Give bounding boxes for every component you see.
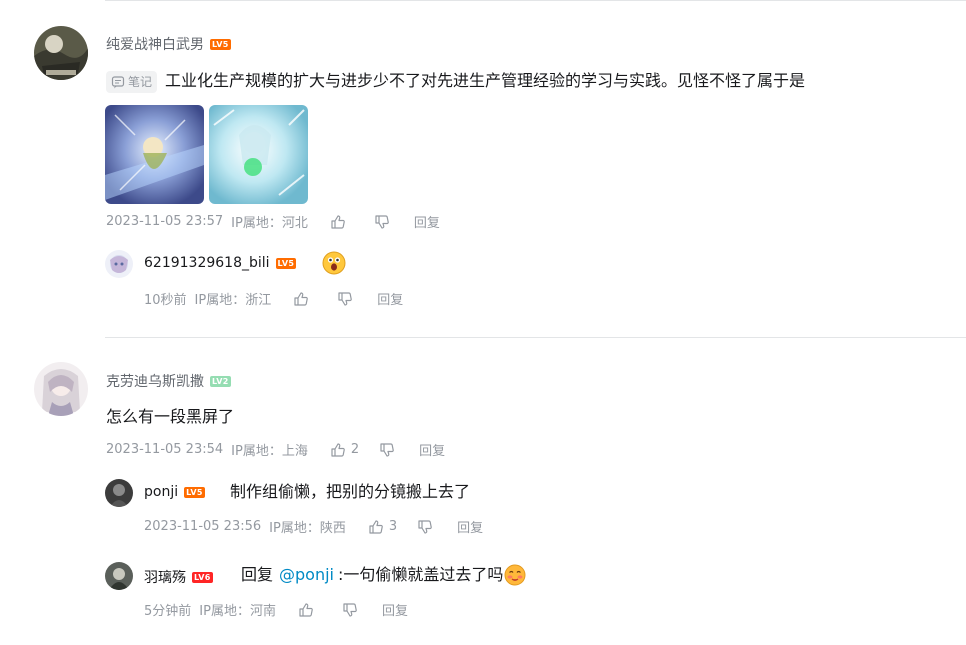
dislike-button[interactable] xyxy=(379,442,395,458)
ip-location: IP属地：陕西 xyxy=(269,521,346,536)
comment-time: 2023-11-05 23:54 xyxy=(106,442,224,457)
dislike-button[interactable] xyxy=(342,602,358,618)
comment-text: 工业化生产规模的扩大与进步少不了对先进生产管理经验的学习与实践。见怪不怪了属于是 xyxy=(165,71,806,90)
comment-username[interactable]: 纯爱战神白武男 LV5 xyxy=(106,34,231,54)
like-button[interactable] xyxy=(298,602,314,618)
reply-username[interactable]: 62191329618_bili LV5 xyxy=(144,255,297,271)
level-badge: LV2 xyxy=(210,375,231,387)
reply-button[interactable]: 回复 xyxy=(414,212,440,231)
level-badge: LV5 xyxy=(210,38,231,50)
reply-text: 回复 @ponji :一句偷懒就盖过去了吗 xyxy=(241,564,526,586)
like-count: 2 xyxy=(350,442,360,457)
username-text[interactable]: 62191329618_bili xyxy=(144,255,270,271)
avatar[interactable] xyxy=(105,250,133,278)
dislike-button[interactable] xyxy=(374,214,390,230)
username-text[interactable]: 克劳迪乌斯凯撒 xyxy=(106,371,204,391)
thumbs-up-icon xyxy=(299,602,313,617)
reply-button[interactable]: 回复 xyxy=(457,517,483,536)
like-button[interactable]: 2 xyxy=(330,442,359,458)
reply-meta: 10秒前 IP属地：浙江 回复 xyxy=(144,289,403,308)
like-count: 3 xyxy=(388,519,398,534)
avatar[interactable] xyxy=(105,479,133,507)
dislike-button[interactable] xyxy=(417,519,433,535)
comment-meta: 2023-11-05 23:54 IP属地：上海 2 回复 xyxy=(106,440,445,459)
comment-text: 怎么有一段黑屏了 xyxy=(106,407,235,426)
reply-time: 2023-11-05 23:56 xyxy=(144,519,262,534)
reply-prefix: 回复 xyxy=(241,565,274,584)
reply-button[interactable]: 回复 xyxy=(419,440,445,459)
reply-meta: 2023-11-05 23:56 IP属地：陕西 3 回复 xyxy=(144,517,483,536)
comment-time: 2023-11-05 23:57 xyxy=(106,214,224,229)
reply-time: 10秒前 xyxy=(144,293,187,308)
note-tag[interactable]: 笔记 xyxy=(106,70,158,93)
thumbs-up-icon xyxy=(369,519,383,534)
comment-content: 笔记 工业化生产规模的扩大与进步少不了对先进生产管理经验的学习与实践。见怪不怪了… xyxy=(106,70,805,93)
note-icon xyxy=(111,75,125,88)
thumbs-down-icon xyxy=(338,291,353,306)
reply-username[interactable]: ponji LV5 xyxy=(144,484,205,500)
avatar[interactable] xyxy=(105,562,133,590)
thumbs-up-icon xyxy=(294,291,309,306)
level-badge: LV5 xyxy=(184,486,205,498)
thumbs-up-icon xyxy=(331,214,345,229)
ip-location: IP属地：河北 xyxy=(231,216,308,231)
ip-location: IP属地：浙江 xyxy=(194,293,272,308)
reply-body: :一句偷懒就盖过去了吗 xyxy=(338,565,504,584)
like-button[interactable] xyxy=(293,291,309,307)
avatar[interactable] xyxy=(34,26,88,80)
thumbs-down-icon xyxy=(380,442,394,457)
comment-meta: 2023-11-05 23:57 IP属地：河北 回复 xyxy=(106,212,440,231)
mention-link[interactable]: @ponji xyxy=(279,564,334,586)
reply-time: 5分钟前 xyxy=(144,604,192,619)
comment-username[interactable]: 克劳迪乌斯凯撒 LV2 xyxy=(106,371,231,391)
thumbs-down-icon xyxy=(375,214,389,229)
like-button[interactable] xyxy=(330,214,346,230)
ip-location: IP属地：河南 xyxy=(199,604,276,619)
thumbs-down-icon xyxy=(343,602,357,617)
avatar[interactable] xyxy=(34,362,88,416)
ip-location: IP属地：上海 xyxy=(231,444,308,459)
level-badge: LV5 xyxy=(275,257,297,269)
reply-meta: 5分钟前 IP属地：河南 回复 xyxy=(144,600,408,619)
dislike-button[interactable] xyxy=(337,291,353,307)
comment-image-1[interactable] xyxy=(105,105,204,204)
comment-divider xyxy=(105,337,966,338)
username-text[interactable]: ponji xyxy=(144,484,178,500)
reply-username[interactable]: 羽璃殇 LV6 xyxy=(144,567,213,587)
note-tag-label: 笔记 xyxy=(128,74,153,89)
thumbs-up-icon xyxy=(331,442,345,457)
thumbs-down-icon xyxy=(418,519,432,534)
surprised-emoji-icon xyxy=(322,251,346,275)
username-text[interactable]: 羽璃殇 xyxy=(144,567,186,587)
reply-text: 制作组偷懒，把别的分镜搬上去了 xyxy=(230,482,471,501)
username-text[interactable]: 纯爱战神白武男 xyxy=(106,34,204,54)
comment-image-2[interactable] xyxy=(209,105,308,204)
like-button[interactable]: 3 xyxy=(368,519,397,535)
reply-button[interactable]: 回复 xyxy=(377,289,403,308)
reply-button[interactable]: 回复 xyxy=(382,600,408,619)
top-divider xyxy=(105,0,966,1)
blush-emoji-icon xyxy=(504,564,526,586)
level-badge: LV6 xyxy=(192,571,213,583)
